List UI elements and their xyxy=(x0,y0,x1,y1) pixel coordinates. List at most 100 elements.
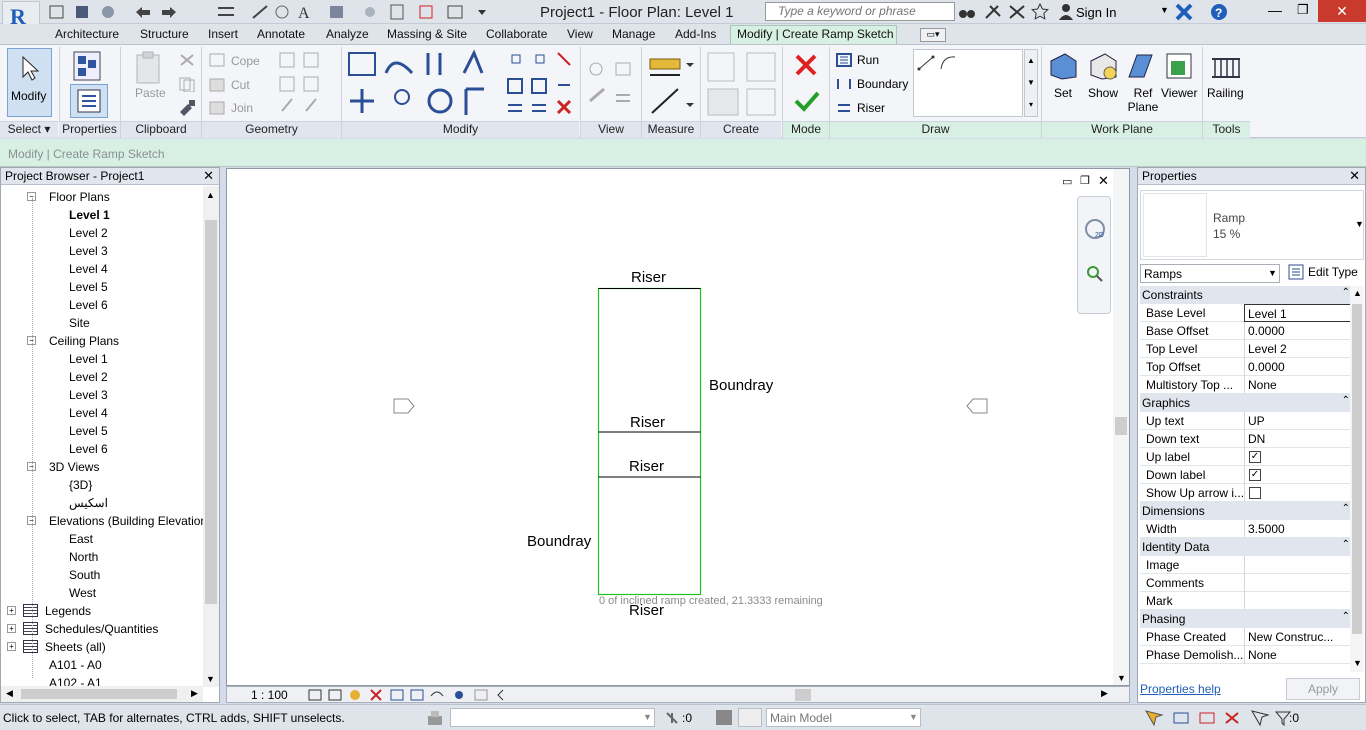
view-control-icons[interactable] xyxy=(307,688,507,702)
cancel-edit-mode-icon[interactable] xyxy=(794,53,818,77)
copy-icon[interactable] xyxy=(178,76,196,92)
apply-button[interactable]: Apply xyxy=(1286,678,1360,700)
chevron-down-icon[interactable]: ▼ xyxy=(1160,5,1169,15)
paste-icon[interactable] xyxy=(134,51,164,85)
hscroll-left-arrow[interactable]: ◀ xyxy=(6,688,13,699)
restore-button[interactable]: ❐ xyxy=(1297,2,1309,18)
selection-options-icons[interactable] xyxy=(1144,709,1294,727)
scroll-down-arrow[interactable]: ▼ xyxy=(206,674,215,684)
props-scroll-up[interactable]: ▲ xyxy=(1353,288,1362,298)
editable-only-icon[interactable] xyxy=(664,710,680,726)
type-properties-icon[interactable] xyxy=(72,50,104,82)
navigation-bar[interactable]: 2D xyxy=(1077,196,1111,314)
property-group-header[interactable]: Phasing ⌃ xyxy=(1140,610,1356,628)
collapse-toggle[interactable]: + xyxy=(7,642,16,651)
workset-select[interactable]: ▼ xyxy=(450,708,655,727)
props-vscrollbar[interactable]: ▲ ▼ xyxy=(1350,286,1364,672)
canvas-minimize-button[interactable]: ▭ xyxy=(1062,175,1072,188)
canvas-restore-button[interactable]: ❐ xyxy=(1080,174,1090,187)
finish-edit-mode-icon[interactable] xyxy=(794,89,820,113)
cut-geometry-icon[interactable] xyxy=(209,78,225,92)
elevation-marker-left[interactable] xyxy=(392,397,416,415)
edit-type-icon[interactable] xyxy=(1288,264,1304,280)
properties-button[interactable] xyxy=(70,84,108,118)
arc-icon[interactable] xyxy=(938,54,958,72)
property-value[interactable] xyxy=(1244,484,1356,502)
props-scroll-thumb[interactable] xyxy=(1352,304,1362,634)
canvas-scroll-down[interactable]: ▼ xyxy=(1117,673,1126,683)
tab-architecture[interactable]: Architecture xyxy=(55,27,119,41)
property-value[interactable]: New Construc... xyxy=(1244,628,1356,646)
tab-view[interactable]: View xyxy=(567,27,593,41)
viewer-icon[interactable] xyxy=(1164,51,1194,81)
collapse-chevron-icon[interactable]: ⌃ xyxy=(1342,287,1350,298)
property-group-header[interactable]: Identity Data ⌃ xyxy=(1140,538,1356,556)
property-checkbox[interactable]: ✓ xyxy=(1249,451,1261,463)
hscroll-right-arrow[interactable]: ▶ xyxy=(191,688,198,699)
match-properties-icon[interactable] xyxy=(178,98,196,116)
collapse-chevron-icon[interactable]: ⌃ xyxy=(1342,611,1350,622)
boundary-icon[interactable] xyxy=(836,77,852,91)
chevron-down-icon[interactable]: ▼ xyxy=(1355,219,1364,229)
close-icon[interactable]: ✕ xyxy=(203,168,214,184)
draw-gallery-scroll[interactable]: ▲ ▼ ▾ xyxy=(1024,49,1038,117)
collapse-toggle[interactable]: + xyxy=(7,624,16,633)
elevation-marker-right[interactable] xyxy=(965,397,989,415)
communication-icon[interactable] xyxy=(1008,4,1026,20)
modify-button[interactable]: Modify xyxy=(7,48,52,117)
collapse-toggle[interactable]: + xyxy=(7,606,16,615)
tab-manage[interactable]: Manage xyxy=(612,27,655,41)
browser-hscrollbar[interactable]: ◀ ▶ xyxy=(1,686,203,702)
property-value[interactable]: Level 2 xyxy=(1244,340,1356,358)
property-value[interactable]: None xyxy=(1244,646,1356,664)
property-value[interactable]: UP xyxy=(1244,412,1356,430)
run-icon[interactable] xyxy=(836,53,852,67)
binoculars-icon[interactable] xyxy=(958,4,976,20)
exchange-apps-icon[interactable] xyxy=(1175,3,1193,21)
cut-label[interactable]: Cut xyxy=(231,78,250,92)
canvas-vscrollbar[interactable]: ▼ xyxy=(1113,169,1129,685)
ref-plane-label[interactable]: Ref Plane xyxy=(1126,86,1160,114)
type-selector[interactable]: Ramp 15 % ▼ xyxy=(1140,190,1364,260)
railing-icon[interactable] xyxy=(1209,51,1243,81)
category-filter[interactable]: Ramps ▼ xyxy=(1140,264,1280,283)
view-hscroll-thumb[interactable] xyxy=(795,689,811,701)
tab-massing-site[interactable]: Massing & Site xyxy=(387,27,467,41)
join-icon[interactable] xyxy=(209,101,225,115)
ref-plane-icon[interactable] xyxy=(1125,51,1155,81)
property-value[interactable]: 3.5000 xyxy=(1244,520,1356,538)
worksets-icon[interactable] xyxy=(426,710,444,726)
model-select[interactable]: Main Model ▼ xyxy=(766,708,921,727)
view-scale[interactable]: 1 : 100 xyxy=(251,688,288,702)
quick-access-toolbar[interactable]: A xyxy=(48,3,488,21)
riser-icon[interactable] xyxy=(836,101,852,115)
modify-tools-icon[interactable] xyxy=(346,49,578,121)
property-value[interactable]: None xyxy=(1244,376,1356,394)
properties-help-link[interactable]: Properties help xyxy=(1140,682,1221,696)
riser-label[interactable]: Riser xyxy=(857,101,885,115)
ramp-sketch[interactable] xyxy=(597,287,703,599)
search-input[interactable] xyxy=(766,3,941,19)
tab-modify-create-ramp-sketch[interactable]: Modify | Create Ramp Sketch xyxy=(737,27,894,41)
railing-label[interactable]: Railing xyxy=(1207,86,1244,100)
design-options-icon[interactable] xyxy=(716,710,732,725)
close-window-button[interactable]: ✕ xyxy=(1318,0,1366,22)
property-value[interactable]: ✓ xyxy=(1244,448,1356,466)
collapse-chevron-icon[interactable]: ⌃ xyxy=(1342,395,1350,406)
property-value[interactable] xyxy=(1244,592,1356,610)
close-icon[interactable]: ✕ xyxy=(1349,168,1360,184)
set-work-plane-icon[interactable] xyxy=(1048,51,1078,81)
tab-annotate[interactable]: Annotate xyxy=(257,27,305,41)
set-label[interactable]: Set xyxy=(1054,86,1072,100)
collapse-chevron-icon[interactable]: ⌃ xyxy=(1342,503,1350,514)
property-group-header[interactable]: Graphics ⌃ xyxy=(1140,394,1356,412)
collapse-chevron-icon[interactable]: ⌃ xyxy=(1342,539,1350,550)
boundary-label[interactable]: Boundary xyxy=(857,77,908,91)
geometry-tools-icon[interactable] xyxy=(278,51,324,117)
design-option-select[interactable] xyxy=(738,708,762,727)
browser-vscrollbar[interactable]: ▲ ▼ xyxy=(203,186,219,687)
tab-analyze[interactable]: Analyze xyxy=(326,27,369,41)
property-group-header[interactable]: Dimensions ⌃ xyxy=(1140,502,1356,520)
line-icon[interactable] xyxy=(916,54,936,72)
hscroll-thumb[interactable] xyxy=(21,689,177,699)
